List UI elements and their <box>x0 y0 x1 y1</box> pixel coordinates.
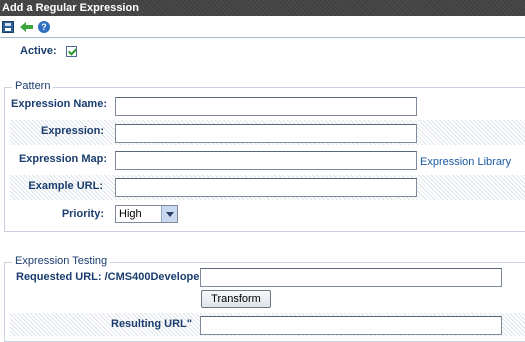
active-label: Active: <box>20 45 57 57</box>
expression-map-input[interactable] <box>115 151 417 170</box>
expression-library-link[interactable]: Expression Library <box>420 156 511 168</box>
example-url-input[interactable] <box>115 178 417 197</box>
active-checkbox[interactable] <box>66 46 77 57</box>
resulting-url-input[interactable] <box>200 316 502 335</box>
example-url-label: Example URL: <box>28 180 103 192</box>
expression-input[interactable] <box>115 124 417 143</box>
expression-label: Expression: <box>41 125 104 137</box>
priority-label: Priority: <box>61 208 104 220</box>
chevron-down-icon[interactable] <box>161 206 177 222</box>
save-icon[interactable] <box>2 21 14 33</box>
requested-url-input[interactable] <box>200 268 502 287</box>
priority-select[interactable]: High <box>115 205 178 223</box>
toolbar: ? <box>0 16 525 38</box>
expression-name-label: Expression Name: <box>11 98 107 110</box>
expression-map-label: Expression Map: <box>18 153 107 165</box>
expression-testing-legend: Expression Testing <box>12 255 111 267</box>
pattern-legend: Pattern <box>12 80 54 92</box>
window-title: Add a Regular Expression <box>0 0 525 16</box>
expression-name-input[interactable] <box>115 97 417 116</box>
back-arrow-icon[interactable] <box>20 21 34 33</box>
resulting-url-label: Resulting URL" <box>111 318 192 330</box>
requested-url-label: Requested URL: /CMS400Developer/ <box>16 271 207 283</box>
transform-button[interactable]: Transform <box>201 290 271 308</box>
help-icon[interactable]: ? <box>38 21 50 33</box>
priority-selected-value: High <box>119 208 142 220</box>
